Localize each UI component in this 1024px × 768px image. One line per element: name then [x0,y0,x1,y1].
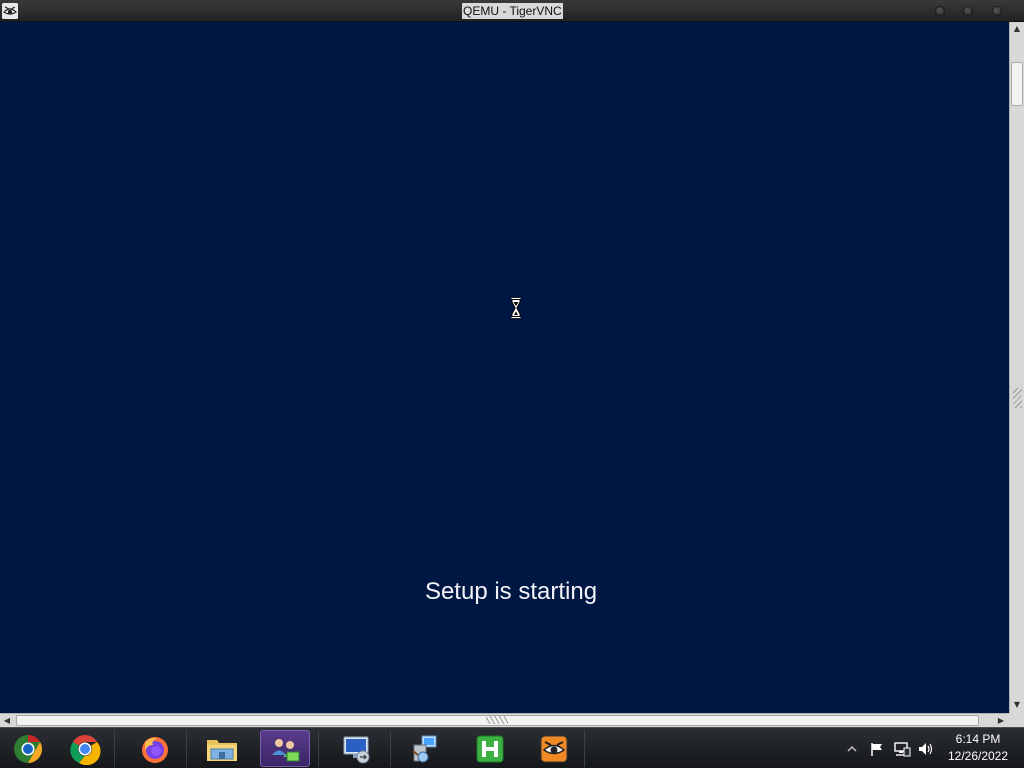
clock-time: 6:14 PM [955,732,1001,746]
action-center-flag-icon[interactable] [868,741,886,757]
firefox-icon[interactable] [127,730,183,767]
vertical-scroll-thumb[interactable] [1011,62,1023,106]
scroll-up-arrow-icon[interactable]: ▲ [1010,22,1024,36]
scroll-right-arrow-icon[interactable]: ▶ [994,714,1008,727]
taskbar-separator [186,730,187,767]
window-titlebar: QEMU - TigerVNC [0,0,1024,22]
network-icon[interactable] [893,741,911,757]
volume-icon[interactable] [917,741,935,757]
installer-icon[interactable] [396,730,452,767]
show-hidden-icons-icon[interactable] [846,741,858,757]
taskbar-separator [114,730,115,767]
setup-status-text: Setup is starting [424,578,598,605]
minimize-button[interactable] [935,6,945,16]
system-clock[interactable]: 6:14 PM 12/26/2022 [940,731,1016,765]
taskbar-separator [390,730,391,767]
taskbar-separator [318,730,319,767]
window-title: QEMU - TigerVNC [462,3,563,19]
clock-date: 12/26/2022 [947,749,1009,763]
tigervnc-taskbar-icon[interactable] [526,730,582,767]
taskbar-separator [584,730,585,767]
scroll-down-arrow-icon[interactable]: ▼ [1010,698,1024,712]
scroll-left-arrow-icon[interactable]: ◀ [0,714,14,727]
close-button[interactable] [992,6,1002,16]
remote-desktop-icon[interactable] [328,730,384,767]
chrome-canary-icon[interactable] [0,730,56,767]
vertical-scrollbar[interactable]: ▲ ▼ [1009,22,1024,713]
file-explorer-icon[interactable] [194,730,250,767]
scrollbar-corner [1009,713,1024,727]
tigervnc-icon[interactable] [2,3,18,19]
remote-screen[interactable]: Setup is starting [0,22,1009,713]
chrome-icon[interactable] [57,730,113,767]
network-users-icon[interactable] [260,730,310,767]
resize-grip-icon [1013,388,1022,408]
hourglass-busy-cursor [510,297,522,319]
h-app-icon[interactable] [462,730,518,767]
horizontal-scrollbar[interactable]: ◀ ▶ [0,713,1009,727]
maximize-button[interactable] [963,6,973,16]
horizontal-grip-icon [486,716,508,724]
